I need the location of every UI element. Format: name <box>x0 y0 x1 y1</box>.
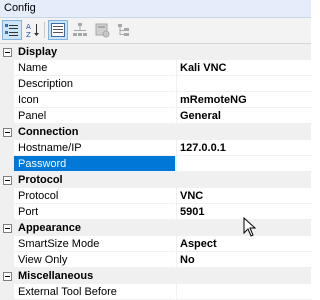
category-display[interactable]: Display <box>0 44 311 60</box>
row-gutter <box>0 140 14 156</box>
property-name: View Only <box>18 254 68 266</box>
property-row-hostname[interactable]: Hostname/IP 127.0.0.1 <box>0 140 312 156</box>
property-row-name[interactable]: Name Kali VNC <box>0 60 312 76</box>
row-gutter <box>0 156 14 172</box>
property-name: SmartSize Mode <box>18 238 100 250</box>
row-gutter <box>0 252 14 268</box>
categorized-button[interactable] <box>2 20 22 40</box>
property-name: Port <box>18 206 39 218</box>
property-row-icon[interactable]: Icon mRemoteNG <box>0 92 312 108</box>
property-row-description[interactable]: Description <box>0 76 312 92</box>
property-row-external-tool-before[interactable]: External Tool Before <box>0 284 312 300</box>
svg-text:A: A <box>26 23 31 31</box>
property-value-field[interactable]: No <box>176 252 312 268</box>
property-value-field[interactable]: Aspect <box>176 236 312 252</box>
property-value: Aspect <box>180 238 217 250</box>
property-name: Password <box>18 158 67 170</box>
property-name: Icon <box>18 94 39 106</box>
toggle-collapse-icon[interactable] <box>3 176 12 185</box>
property-value-field[interactable]: mRemoteNG <box>176 92 312 108</box>
property-value-field[interactable]: General <box>176 108 312 124</box>
property-row-view-only[interactable]: View Only No <box>0 252 312 268</box>
row-gutter <box>0 92 14 108</box>
toggle-collapse-icon[interactable] <box>3 48 12 57</box>
row-gutter <box>0 76 14 92</box>
toggle-collapse-icon[interactable] <box>3 224 12 233</box>
alphabetical-sort-icon: A Z <box>26 23 39 38</box>
alphabetical-button[interactable]: A Z <box>23 20 43 40</box>
category-title: Protocol <box>18 174 63 186</box>
property-value: General <box>180 110 221 122</box>
property-row-protocol[interactable]: Protocol VNC <box>0 188 312 204</box>
hierarchy-button[interactable] <box>70 20 90 40</box>
property-value-field[interactable] <box>176 284 312 300</box>
row-gutter <box>0 108 14 124</box>
property-value: VNC <box>180 190 204 202</box>
toggle-collapse-icon[interactable] <box>3 272 12 281</box>
property-value: No <box>180 254 195 266</box>
property-pages-button[interactable] <box>48 20 68 40</box>
property-value: 5901 <box>180 206 205 218</box>
category-appearance[interactable]: Appearance <box>0 220 311 236</box>
category-miscellaneous[interactable]: Miscellaneous <box>0 268 311 284</box>
category-title: Connection <box>18 126 79 138</box>
child-hierarchy-icon <box>118 24 129 36</box>
categorized-icon <box>5 24 18 36</box>
mouse-cursor-icon <box>243 217 257 237</box>
row-gutter <box>0 284 14 300</box>
property-row-password[interactable]: Password <box>0 156 312 172</box>
hierarchy-icon <box>73 23 87 36</box>
property-grid-toolbar: A Z <box>0 18 311 44</box>
property-name: Hostname/IP <box>18 142 82 154</box>
property-value: 127.0.0.1 <box>180 142 226 154</box>
row-gutter <box>0 204 14 220</box>
property-name: Protocol <box>18 190 59 202</box>
svg-text:Z: Z <box>26 31 31 38</box>
host-status-button[interactable] <box>92 20 112 40</box>
config-panel-titlebar: Config <box>0 0 311 18</box>
property-grid: Display Name Kali VNC Description Icon m… <box>0 44 312 300</box>
property-row-panel[interactable]: Panel General <box>0 108 312 124</box>
property-name: Name <box>18 62 48 74</box>
property-value-field[interactable] <box>176 76 312 92</box>
property-name: External Tool Before <box>18 286 117 298</box>
category-connection[interactable]: Connection <box>0 124 311 140</box>
host-status-icon <box>95 23 110 38</box>
category-title: Miscellaneous <box>18 270 94 282</box>
property-value: mRemoteNG <box>180 94 247 106</box>
toolbar-separator <box>44 22 45 38</box>
property-value-field[interactable]: Kali VNC <box>176 60 312 76</box>
property-row-port[interactable]: Port 5901 <box>0 204 312 220</box>
property-value-field[interactable] <box>176 156 312 172</box>
row-gutter <box>0 60 14 76</box>
toggle-collapse-icon[interactable] <box>3 128 12 137</box>
property-pages-icon <box>51 23 65 37</box>
property-name: Panel <box>18 110 47 122</box>
category-protocol[interactable]: Protocol <box>0 172 311 188</box>
category-title: Appearance <box>18 222 81 234</box>
row-gutter <box>0 236 14 252</box>
property-value: Kali VNC <box>180 62 227 74</box>
child-hierarchy-button[interactable] <box>114 20 134 40</box>
row-gutter <box>0 188 14 204</box>
property-name: Description <box>18 78 74 90</box>
property-row-smartsize-mode[interactable]: SmartSize Mode Aspect <box>0 236 312 252</box>
panel-title: Config <box>4 2 36 14</box>
property-value-field[interactable]: 127.0.0.1 <box>176 140 312 156</box>
category-title: Display <box>18 46 58 58</box>
property-value-field[interactable]: VNC <box>176 188 312 204</box>
